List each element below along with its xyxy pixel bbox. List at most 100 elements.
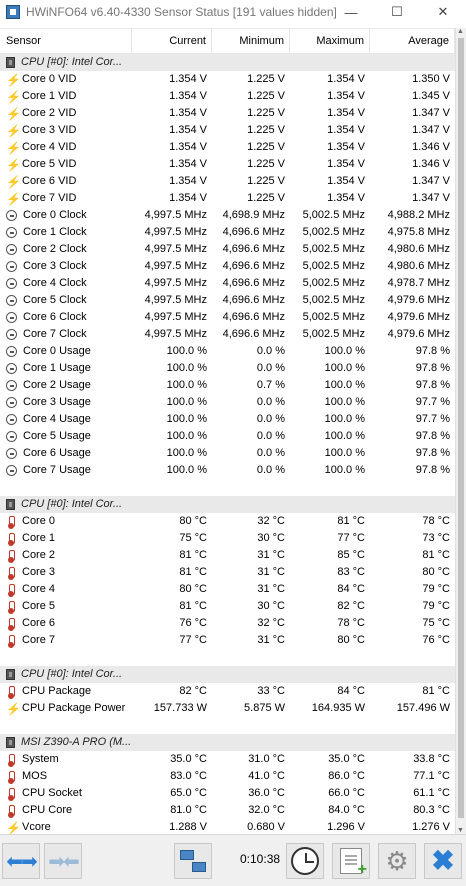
column-header-minimum[interactable]: Minimum [212, 29, 290, 54]
sensor-row[interactable]: Core 4 Usage 100.0 % 0.0 % 100.0 % 97.7 % [0, 411, 455, 428]
clock-icon [6, 295, 17, 306]
sensor-row[interactable]: CPU Socket 65.0 °C 36.0 °C 66.0 °C 61.1 °C [0, 785, 455, 802]
logging-button[interactable] [332, 843, 370, 879]
minimum-value: 36.0 °C [248, 787, 285, 799]
sensor-row[interactable]: Core 5 Usage 100.0 % 0.0 % 100.0 % 97.8 % [0, 428, 455, 445]
maximum-value: 82 °C [337, 600, 365, 612]
sensor-row[interactable]: Core 6 Usage 100.0 % 0.0 % 100.0 % 97.8 % [0, 445, 455, 462]
maximum-value: 1.354 V [327, 192, 365, 204]
column-header-sensor[interactable]: Sensor [0, 29, 132, 54]
close-window-button[interactable]: ✕ [420, 0, 466, 24]
maximum-value: 77 °C [337, 532, 365, 544]
sensor-row[interactable]: Core 2 81 °C 31 °C 85 °C 81 °C [0, 547, 455, 564]
column-header-maximum[interactable]: Maximum [290, 29, 370, 54]
minimum-value: 1.225 V [247, 107, 285, 119]
scroll-down-arrow-icon[interactable]: ▼ [457, 827, 464, 834]
sensor-row[interactable]: Core 5 81 °C 30 °C 82 °C 79 °C [0, 598, 455, 615]
network-button[interactable] [174, 843, 212, 879]
sensor-row[interactable]: Core 0 80 °C 32 °C 81 °C 78 °C [0, 513, 455, 530]
average-value: 75 °C [422, 617, 450, 629]
sensor-row[interactable]: ⚡ Core 1 VID 1.354 V 1.225 V 1.354 V 1.345 V [0, 88, 455, 105]
minimum-value: 0.7 % [256, 379, 285, 391]
maximum-value: 1.354 V [327, 175, 365, 187]
maximum-value: 100.0 % [324, 396, 365, 408]
sensor-row[interactable]: ⚡ Core 2 VID 1.354 V 1.225 V 1.354 V 1.347 V [0, 105, 455, 122]
minimum-value: 32 °C [257, 617, 285, 629]
scroll-up-arrow-icon[interactable]: ▲ [457, 28, 464, 35]
minimum-value: 33 °C [257, 685, 285, 697]
minimize-button[interactable]: — [328, 0, 374, 24]
sensor-name: Core 0 [22, 515, 56, 527]
sensor-row[interactable]: ⚡ Core 4 VID 1.354 V 1.225 V 1.354 V 1.346 V [0, 139, 455, 156]
group-label: MSI Z390-A PRO (M... [21, 736, 132, 748]
group-label: CPU [#0]: Intel Cor... [21, 668, 123, 680]
sensor-group-row[interactable]: CPU [#0]: Intel Cor... [0, 496, 455, 513]
sensor-row[interactable]: Core 0 Clock 4,997.5 MHz 4,698.9 MHz 5,002.… [0, 207, 455, 224]
sensor-row[interactable]: ⚡ Core 3 VID 1.354 V 1.225 V 1.354 V 1.347 V [0, 122, 455, 139]
reset-timer-button[interactable] [286, 843, 324, 879]
minimum-value: 4,696.6 MHz [222, 260, 285, 272]
sensor-row[interactable]: Core 2 Clock 4,997.5 MHz 4,696.6 MHz 5,002.… [0, 241, 455, 258]
close-sensors-button[interactable]: ✖ [424, 843, 462, 879]
sensor-name: MOS [22, 770, 48, 782]
sensor-group-row[interactable]: CPU [#0]: Intel Cor... [0, 54, 455, 71]
maximum-value: 100.0 % [324, 362, 365, 374]
sensor-name: Core 6 VID [22, 175, 77, 187]
sensor-row[interactable]: Core 4 80 °C 31 °C 84 °C 79 °C [0, 581, 455, 598]
add-log-document-icon [340, 848, 367, 879]
sensor-row[interactable]: ⚡ Core 6 VID 1.354 V 1.225 V 1.354 V 1.347 V [0, 173, 455, 190]
sensor-row[interactable]: Core 6 Clock 4,997.5 MHz 4,696.6 MHz 5,002.… [0, 309, 455, 326]
minimum-value: 4,696.6 MHz [222, 328, 285, 340]
sensor-row[interactable]: Core 1 Usage 100.0 % 0.0 % 100.0 % 97.8 % [0, 360, 455, 377]
average-value: 33.8 °C [413, 753, 450, 765]
vertical-scrollbar[interactable]: ▲ ▼ [455, 28, 466, 834]
sensor-row[interactable]: Core 1 75 °C 30 °C 77 °C 73 °C [0, 530, 455, 547]
scrollbar-thumb[interactable] [458, 38, 464, 818]
minimum-value: 4,696.6 MHz [222, 277, 285, 289]
sensor-row[interactable]: Core 1 Clock 4,997.5 MHz 4,696.6 MHz 5,002.… [0, 224, 455, 241]
bolt-icon: ⚡ [6, 106, 21, 121]
average-value: 4,980.6 MHz [387, 243, 450, 255]
thermometer-icon [8, 600, 15, 614]
sensor-row[interactable]: ⚡ Core 5 VID 1.354 V 1.225 V 1.354 V 1.346 V [0, 156, 455, 173]
sensor-name: Core 5 [22, 600, 56, 612]
sensor-row[interactable]: ⚡ CPU Package Power 157.733 W 5.875 W 164.93… [0, 700, 455, 717]
sensor-row[interactable]: Core 6 76 °C 32 °C 78 °C 75 °C [0, 615, 455, 632]
sensor-row[interactable]: CPU Package 82 °C 33 °C 84 °C 81 °C [0, 683, 455, 700]
maximize-button[interactable]: ☐ [374, 0, 420, 24]
maximum-value: 5,002.5 MHz [302, 277, 365, 289]
sensor-row[interactable]: CPU Core 81.0 °C 32.0 °C 84.0 °C 80.3 °C [0, 802, 455, 819]
sensor-row[interactable]: Core 3 81 °C 31 °C 83 °C 80 °C [0, 564, 455, 581]
sensor-row[interactable]: Core 3 Usage 100.0 % 0.0 % 100.0 % 97.7 % [0, 394, 455, 411]
sensor-row[interactable]: Core 7 Usage 100.0 % 0.0 % 100.0 % 97.8 % [0, 462, 455, 479]
bolt-icon: ⚡ [6, 174, 21, 189]
average-value: 79 °C [422, 583, 450, 595]
sensor-group-row[interactable]: CPU [#0]: Intel Cor... [0, 666, 455, 683]
column-header-average[interactable]: Average [370, 29, 455, 54]
sensor-row[interactable]: Core 3 Clock 4,997.5 MHz 4,696.6 MHz 5,002.… [0, 258, 455, 275]
maximum-value: 85 °C [337, 549, 365, 561]
sensor-row[interactable]: ⚡ Core 0 VID 1.354 V 1.225 V 1.354 V 1.350 V [0, 71, 455, 88]
sensor-row[interactable]: Core 4 Clock 4,997.5 MHz 4,696.6 MHz 5,002.… [0, 275, 455, 292]
settings-button[interactable]: ⚙ [378, 843, 416, 879]
thermometer-icon [8, 753, 15, 767]
sensor-row[interactable]: MOS 83.0 °C 41.0 °C 86.0 °C 77.1 °C [0, 768, 455, 785]
sensor-row[interactable]: ⚡ Core 7 VID 1.354 V 1.225 V 1.354 V 1.347 V [0, 190, 455, 207]
sensor-row[interactable]: ⚡ Vcore 1.288 V 0.680 V 1.296 V 1.276 V [0, 819, 455, 834]
clock-icon [6, 346, 17, 357]
sensor-group-row[interactable]: MSI Z390-A PRO (M... [0, 734, 455, 751]
maximum-value: 100.0 % [324, 464, 365, 476]
sensor-row[interactable]: Core 5 Clock 4,997.5 MHz 4,696.6 MHz 5,002.… [0, 292, 455, 309]
expand-columns-button[interactable]: ⬅➡ [2, 843, 40, 879]
sensor-row[interactable]: Core 7 Clock 4,997.5 MHz 4,696.6 MHz 5,002.… [0, 326, 455, 343]
sensor-row[interactable]: Core 0 Usage 100.0 % 0.0 % 100.0 % 97.8 % [0, 343, 455, 360]
collapse-columns-button[interactable]: ➡⬅ [44, 843, 82, 879]
sensor-row[interactable]: Core 7 77 °C 31 °C 80 °C 76 °C [0, 632, 455, 649]
sensor-row[interactable]: Core 2 Usage 100.0 % 0.7 % 100.0 % 97.8 % [0, 377, 455, 394]
average-value: 4,988.2 MHz [387, 209, 450, 221]
sensor-row[interactable]: System 35.0 °C 31.0 °C 35.0 °C 33.8 °C [0, 751, 455, 768]
column-header-current[interactable]: Current [132, 29, 212, 54]
average-value: 81 °C [422, 685, 450, 697]
clock-icon [6, 329, 17, 340]
blank-spacer-row [0, 717, 455, 734]
